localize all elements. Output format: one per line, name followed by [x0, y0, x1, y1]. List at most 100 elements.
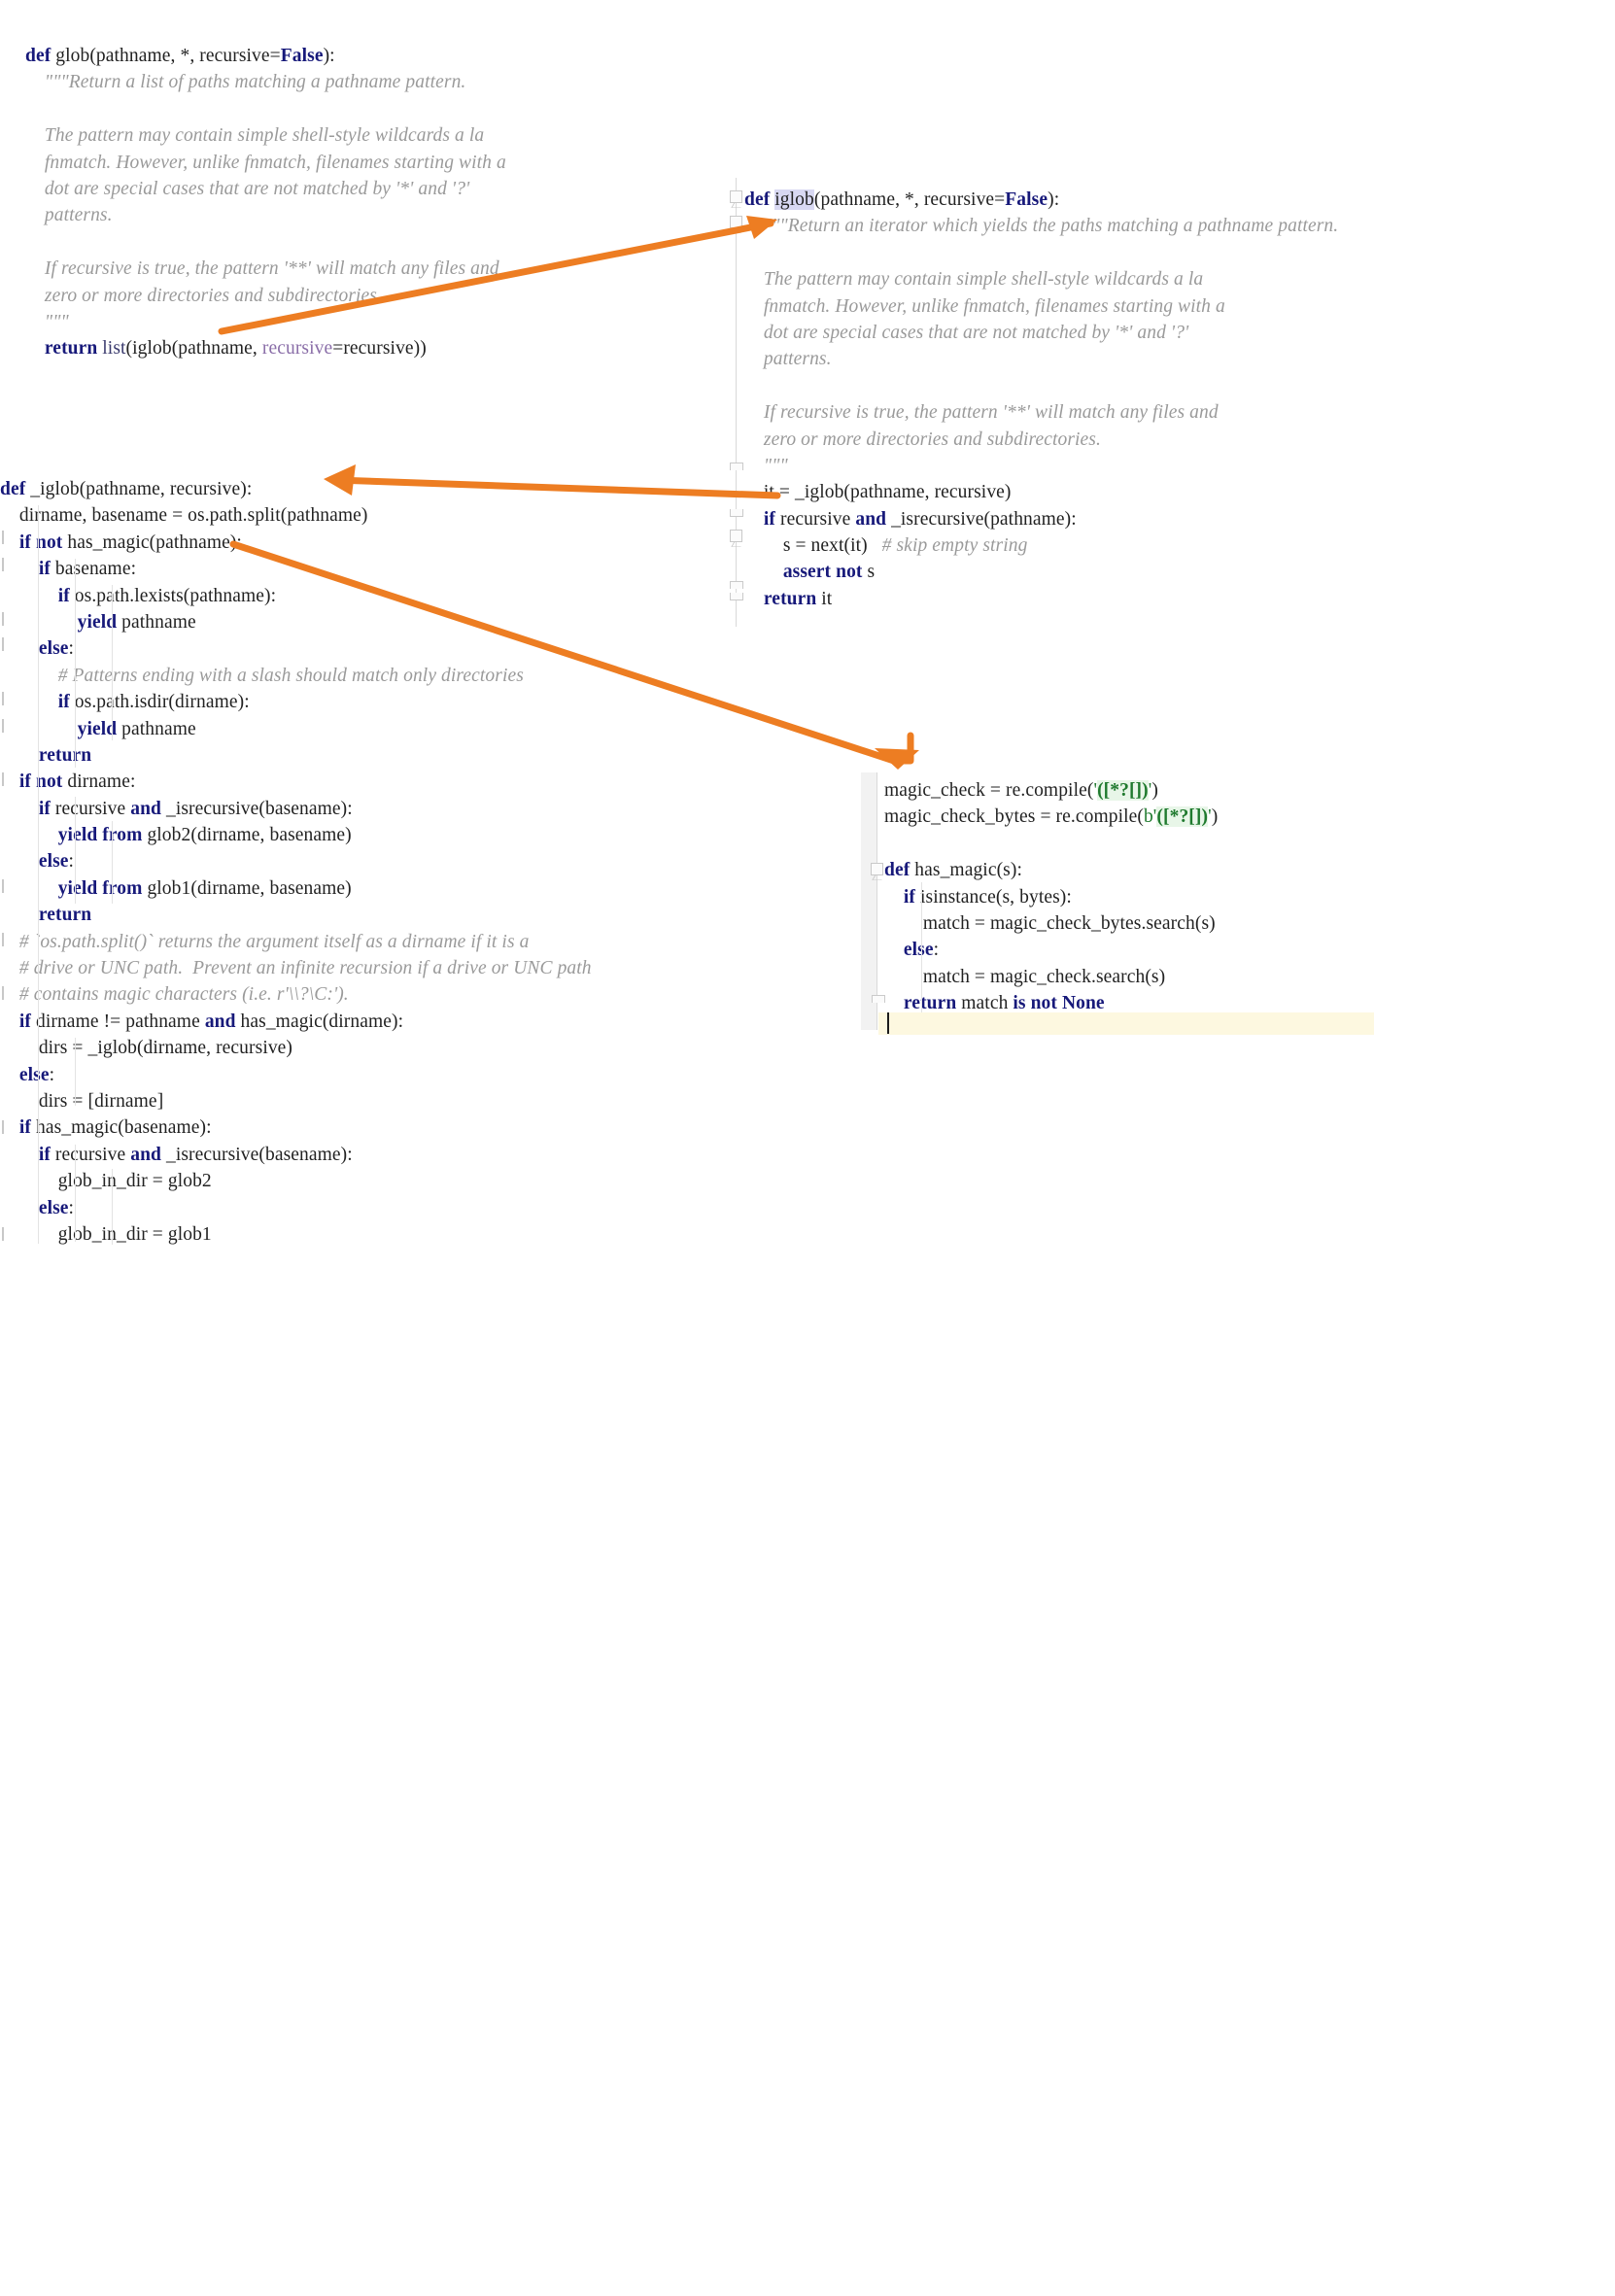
code-line[interactable]: else: — [884, 937, 1218, 963]
code-line[interactable]: # Patterns ending with a slash should ma… — [0, 663, 592, 689]
code-line[interactable]: glob_in_dir = glob1 — [0, 1221, 592, 1248]
code-line[interactable]: match = magic_check_bytes.search(s) — [884, 910, 1218, 937]
code-line[interactable]: match = magic_check.search(s) — [884, 964, 1218, 990]
code-token: yield from — [57, 877, 148, 899]
code-token: dirname: — [67, 771, 136, 793]
fold-marker-iglob-if[interactable] — [730, 509, 743, 517]
code-token: ): — [323, 46, 335, 66]
code-line[interactable]: def glob(pathname, *, recursive=False): — [25, 43, 506, 69]
right-bottom-gutter-line — [876, 772, 877, 1030]
code-line[interactable]: If recursive is true, the pattern '**' w… — [744, 399, 1338, 426]
code-line[interactable]: else: — [0, 1195, 592, 1221]
code-line[interactable]: """Return an iterator which yields the p… — [744, 213, 1338, 239]
code-line[interactable]: else: — [0, 848, 592, 874]
code-line[interactable]: if dirname != pathname and has_magic(dir… — [0, 1009, 592, 1035]
fold-marker-has-magic-def[interactable] — [871, 863, 883, 875]
code-line[interactable]: def iglob(pathname, *, recursive=False): — [744, 187, 1338, 213]
code-line[interactable]: if has_magic(basename): — [0, 1114, 592, 1141]
code-line[interactable]: return — [0, 902, 592, 928]
code-token: _isrecursive(pathname): — [891, 508, 1077, 530]
code-line[interactable]: If recursive is true, the pattern '**' w… — [25, 256, 506, 282]
code-line[interactable]: if isinstance(s, bytes): — [884, 884, 1218, 910]
code-line[interactable]: magic_check_bytes = re.compile(b'([*?[])… — [884, 804, 1218, 830]
fold-marker-iglob-body-top[interactable] — [730, 463, 743, 470]
code-line[interactable] — [884, 831, 1218, 857]
code-line[interactable]: yield pathname — [0, 716, 592, 742]
code-line[interactable] — [744, 240, 1338, 266]
code-line[interactable]: if os.path.isdir(dirname): — [0, 689, 592, 715]
code-line[interactable]: yield from glob1(dirname, basename) — [0, 875, 592, 902]
code-line[interactable]: fnmatch. However, unlike fnmatch, filena… — [744, 293, 1338, 320]
code-line[interactable]: """Return a list of paths matching a pat… — [25, 69, 506, 95]
code-line[interactable]: yield from glob2(dirname, basename) — [0, 822, 592, 848]
code-line[interactable]: patterns. — [744, 346, 1338, 372]
code-token: return — [903, 993, 962, 1014]
code-token: If recursive is true, the pattern '**' w… — [44, 258, 499, 280]
code-line[interactable]: yield pathname — [0, 609, 592, 635]
code-line[interactable]: # contains magic characters (i.e. r'\\?\… — [0, 981, 592, 1008]
code-line[interactable]: The pattern may contain simple shell-sty… — [744, 266, 1338, 292]
code-line[interactable]: # drive or UNC path. Prevent an infinite… — [0, 955, 592, 981]
code-line[interactable]: s = next(it) # skip empty string — [744, 532, 1338, 559]
code-line[interactable] — [744, 373, 1338, 399]
code-line[interactable]: """ — [744, 453, 1338, 479]
code-line[interactable]: else: — [0, 1062, 592, 1088]
code-line[interactable]: # `os.path.split()` returns the argument… — [0, 929, 592, 955]
code-token: def — [884, 860, 915, 881]
fold-marker-iglob-if-block[interactable] — [730, 530, 742, 542]
right-top-editor-panel[interactable]: def iglob(pathname, *, recursive=False):… — [0, 189, 1338, 2005]
code-line[interactable]: dot are special cases that are not match… — [744, 320, 1338, 346]
right-bottom-editor-panel[interactable]: magic_check = re.compile('([*?[])') magic… — [0, 780, 1218, 2296]
code-line[interactable]: zero or more directories and subdirector… — [25, 283, 506, 309]
code-line[interactable]: magic_check = re.compile('([*?[])') — [884, 777, 1218, 804]
code-line[interactable]: if basename: — [0, 556, 592, 582]
code-line[interactable]: if recursive and _isrecursive(basename): — [0, 1142, 592, 1168]
code-line[interactable]: dirs = _iglob(dirname, recursive) — [0, 1035, 592, 1061]
code-line[interactable] — [25, 229, 506, 256]
fold-marker-iglob-return[interactable] — [730, 593, 743, 600]
code-line[interactable]: if os.path.lexists(pathname): — [0, 583, 592, 609]
code-line[interactable]: zero or more directories and subdirector… — [744, 427, 1338, 453]
code-line[interactable]: else: — [0, 635, 592, 662]
code-token: and — [204, 1011, 241, 1032]
code-line[interactable]: dot are special cases that are not match… — [25, 176, 506, 202]
code-line[interactable]: return it — [744, 586, 1338, 612]
fold-marker-iglob-docstring[interactable] — [730, 216, 742, 228]
code-line[interactable]: if recursive and _isrecursive(basename): — [0, 796, 592, 822]
code-token: yield — [77, 718, 122, 739]
code-line[interactable]: glob_in_dir = glob2 — [0, 1168, 592, 1194]
code-line[interactable]: def _iglob(pathname, recursive): — [0, 476, 592, 502]
has-magic-function-code[interactable]: magic_check = re.compile('([*?[])') magic… — [884, 777, 1218, 1017]
code-token: (pathname, recursive): — [79, 479, 253, 499]
code-line[interactable]: """ — [25, 309, 506, 335]
code-token: The pattern may contain simple shell-sty… — [763, 269, 1204, 291]
private-iglob-function-code[interactable]: def _iglob(pathname, recursive): dirname… — [0, 476, 592, 1248]
code-token: it — [821, 588, 833, 609]
code-token: def — [0, 479, 26, 499]
fold-marker-has-magic-end[interactable] — [872, 995, 885, 1003]
left-editor-panel[interactable]: def glob(pathname, *, recursive=False): … — [0, 0, 731, 1324]
code-line[interactable]: patterns. — [25, 202, 506, 228]
code-token: it = _iglob(pathname, recursive) — [763, 482, 1012, 503]
code-line[interactable]: return — [0, 742, 592, 769]
code-line[interactable] — [25, 96, 506, 122]
code-line[interactable]: assert not s — [744, 559, 1338, 585]
code-token: glob_in_dir = glob2 — [57, 1171, 212, 1192]
code-line[interactable]: dirname, basename = os.path.split(pathna… — [0, 502, 592, 529]
code-line[interactable]: if not has_magic(pathname): — [0, 530, 592, 556]
code-line[interactable]: return list(iglob(pathname, recursive=re… — [25, 335, 506, 361]
code-token: : — [68, 851, 75, 873]
code-line[interactable]: The pattern may contain simple shell-sty… — [25, 122, 506, 149]
code-line[interactable]: def has_magic(s): — [884, 857, 1218, 883]
code-line[interactable]: dirs = [dirname] — [0, 1088, 592, 1114]
fold-marker-iglob-def[interactable] — [730, 190, 742, 203]
iglob-function-code[interactable]: def iglob(pathname, *, recursive=False):… — [744, 187, 1338, 612]
code-line[interactable]: it = _iglob(pathname, recursive) — [744, 479, 1338, 505]
glob-function-code[interactable]: def glob(pathname, *, recursive=False): … — [25, 43, 506, 362]
code-token: isinstance(s, bytes): — [920, 886, 1072, 908]
code-line[interactable]: fnmatch. However, unlike fnmatch, filena… — [25, 150, 506, 176]
fold-marker-iglob-body-end[interactable] — [730, 581, 743, 589]
code-line[interactable]: if recursive and _isrecursive(pathname): — [744, 506, 1338, 532]
code-line[interactable]: if not dirname: — [0, 769, 592, 795]
code-token: : — [933, 940, 940, 961]
